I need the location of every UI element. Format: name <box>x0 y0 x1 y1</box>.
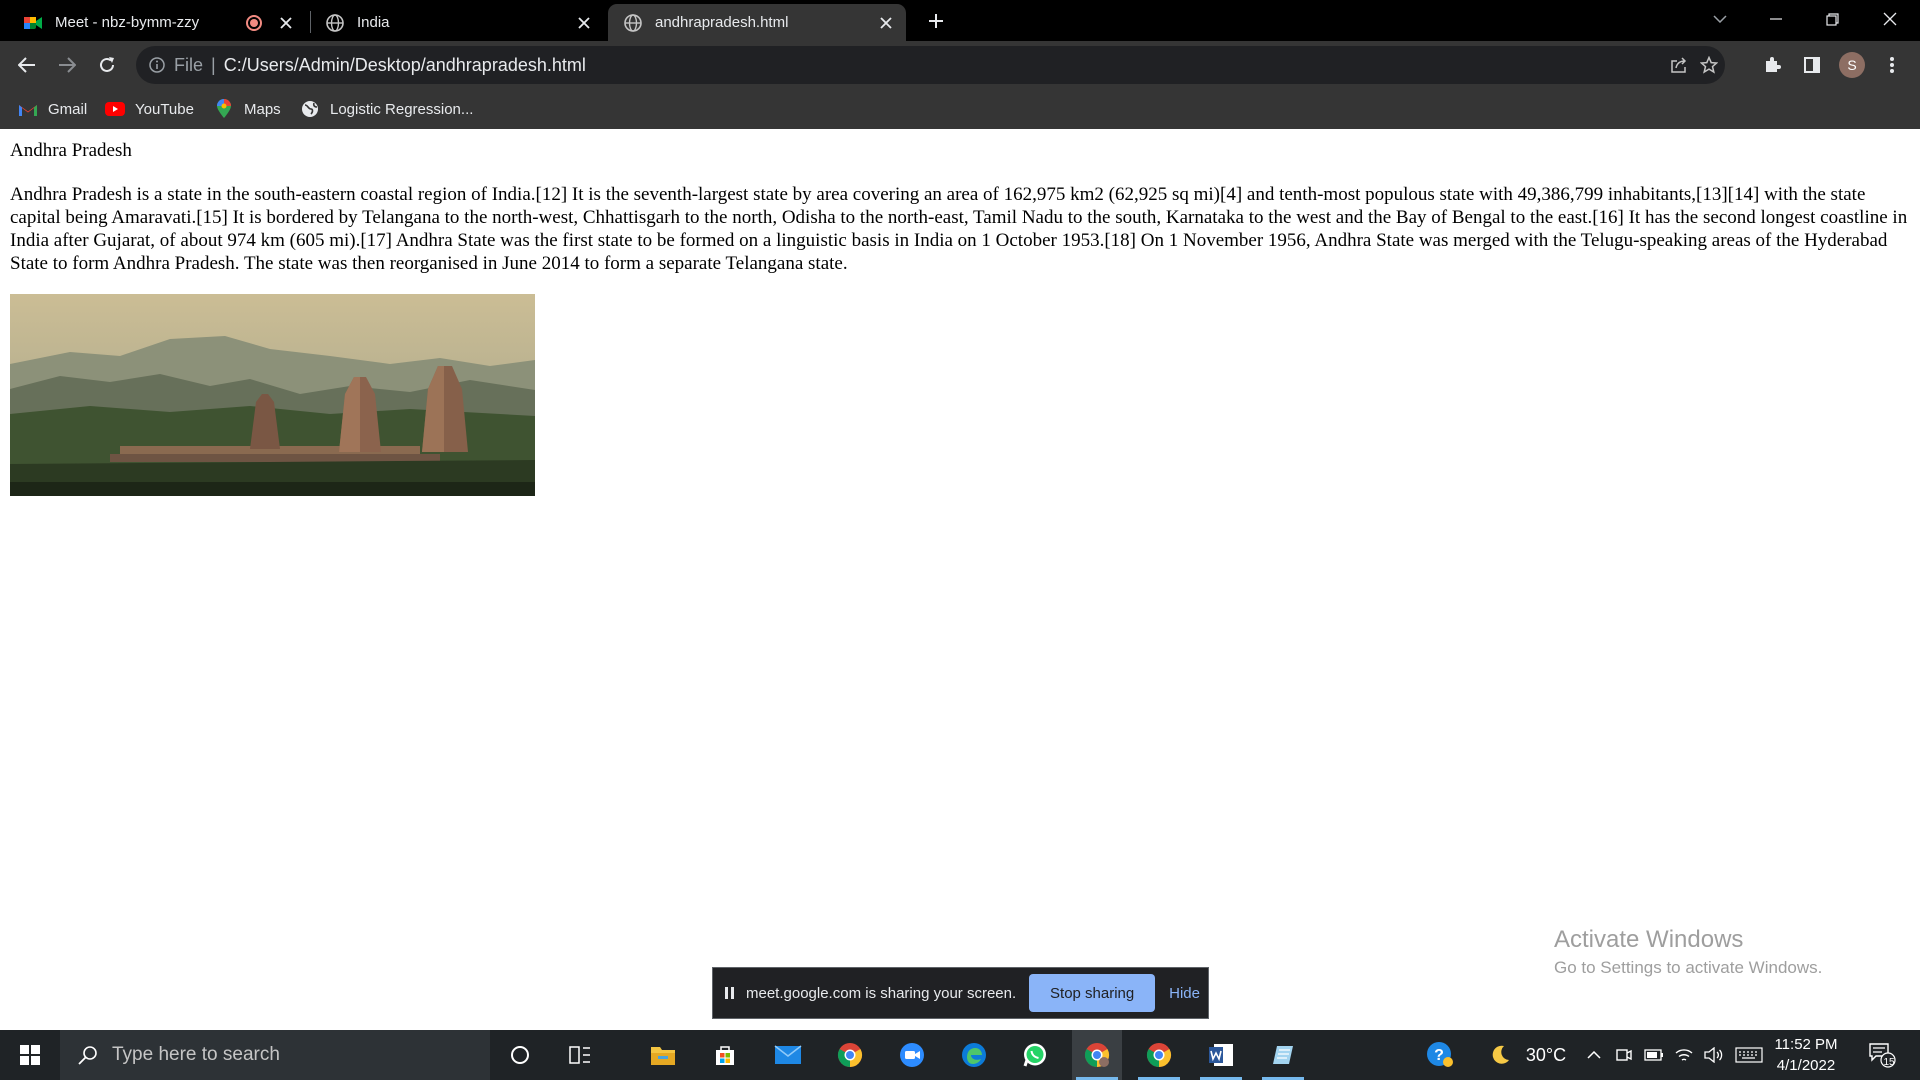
hide-button[interactable]: Hide <box>1169 985 1200 1002</box>
url-text[interactable]: C:/Users/Admin/Desktop/andhrapradesh.htm… <box>224 55 586 76</box>
screen-share-bar: meet.google.com is sharing your screen. … <box>712 967 1209 1019</box>
tab-india[interactable]: India <box>314 4 604 41</box>
tab-search-icon[interactable] <box>1692 0 1748 38</box>
close-tab-icon[interactable] <box>876 13 896 33</box>
bookmark-label: Gmail <box>48 100 88 118</box>
bookmark-maps[interactable]: Maps <box>214 97 281 121</box>
share-message: meet.google.com is sharing your screen. <box>746 984 1017 1002</box>
page-heading: Andhra Pradesh <box>10 140 132 161</box>
tab-title: andhrapradesh.html <box>655 14 789 31</box>
keyboard-icon[interactable] <box>1732 1030 1766 1080</box>
bookmark-gmail[interactable]: Gmail <box>18 97 87 121</box>
temple-landscape-photo <box>10 294 535 496</box>
chrome-icon[interactable] <box>825 1030 875 1080</box>
tab-strip: Meet - nbz-bymm-zzy India andhrapradesh.… <box>0 0 1920 41</box>
task-view-icon[interactable] <box>555 1030 605 1080</box>
wifi-icon[interactable] <box>1672 1030 1696 1080</box>
cortana-icon[interactable] <box>495 1030 545 1080</box>
bookmark-logistic-regression[interactable]: Logistic Regression... <box>300 97 473 121</box>
clock-time: 11:52 PM <box>1774 1036 1838 1053</box>
edge-icon[interactable] <box>949 1030 999 1080</box>
browser-toolbar: File | C:/Users/Admin/Desktop/andhraprad… <box>0 41 1920 89</box>
restore-icon[interactable] <box>1804 0 1860 38</box>
bookmarks-bar: Gmail YouTube Maps Logistic Regression..… <box>0 89 1920 129</box>
url-scheme: File <box>174 54 204 75</box>
bookmark-star-icon[interactable] <box>1697 53 1721 77</box>
extensions-icon[interactable] <box>1756 49 1788 81</box>
address-bar[interactable]: File | C:/Users/Admin/Desktop/andhraprad… <box>136 46 1725 84</box>
tab-title: Meet - nbz-bymm-zzy <box>55 14 200 31</box>
tab-divider <box>310 11 311 33</box>
page-content: Andhra Pradesh Andhra Pradesh is a state… <box>0 129 1920 1030</box>
watermark-subtitle: Go to Settings to activate Windows. <box>1554 958 1823 977</box>
info-icon[interactable] <box>149 57 165 73</box>
globe-icon <box>326 13 344 32</box>
bookmark-label: YouTube <box>135 100 194 118</box>
drag-handle-icon[interactable] <box>725 987 734 999</box>
profile-avatar[interactable]: S <box>1839 52 1865 78</box>
globe-icon <box>300 99 320 119</box>
activate-windows-watermark: Activate Windows Go to Settings to activ… <box>1554 926 1822 978</box>
meet-present-icon[interactable] <box>1612 1030 1636 1080</box>
watermark-title: Activate Windows <box>1554 926 1744 953</box>
microsoft-store-icon[interactable] <box>700 1030 750 1080</box>
notification-count: 15 <box>1883 1057 1895 1068</box>
reload-icon[interactable] <box>91 49 123 81</box>
google-meet-icon <box>24 14 42 32</box>
page-paragraph: Andhra Pradesh is a state in the south-e… <box>10 184 1908 274</box>
tab-meet[interactable]: Meet - nbz-bymm-zzy <box>14 4 306 41</box>
tab-title: India <box>357 14 390 31</box>
minimize-icon[interactable] <box>1748 0 1804 38</box>
gmail-icon <box>18 99 38 119</box>
new-tab-icon[interactable] <box>924 9 948 33</box>
bookmark-youtube[interactable]: YouTube <box>105 97 194 121</box>
notification-center-icon[interactable]: 15 <box>1862 1030 1902 1080</box>
battery-icon[interactable] <box>1642 1030 1666 1080</box>
mail-icon[interactable] <box>763 1030 813 1080</box>
windows-taskbar: Type here to search ? 30°C 11:52 PM 4/1/… <box>0 1030 1920 1080</box>
chrome-profile-icon[interactable] <box>1072 1030 1122 1080</box>
taskbar-search-box[interactable]: Type here to search <box>60 1030 490 1080</box>
recording-icon <box>246 15 262 31</box>
svg-text:?: ? <box>1434 1047 1444 1064</box>
word-icon[interactable] <box>1196 1030 1246 1080</box>
whatsapp-icon[interactable] <box>1010 1030 1060 1080</box>
windows-start-icon[interactable] <box>0 1030 60 1080</box>
close-window-icon[interactable] <box>1862 0 1918 38</box>
search-placeholder: Type here to search <box>112 1044 280 1065</box>
bookmark-label: Maps <box>244 100 281 118</box>
back-icon[interactable] <box>11 49 43 81</box>
menu-icon[interactable] <box>1876 49 1908 81</box>
chrome-icon[interactable] <box>1134 1030 1184 1080</box>
forward-icon[interactable] <box>51 49 83 81</box>
volume-icon[interactable] <box>1702 1030 1726 1080</box>
clock-date: 4/1/2022 <box>1776 1057 1836 1074</box>
notepad-icon[interactable] <box>1258 1030 1308 1080</box>
help-icon[interactable]: ? <box>1422 1030 1458 1080</box>
zoom-icon[interactable] <box>887 1030 937 1080</box>
chevron-up-icon[interactable] <box>1582 1030 1606 1080</box>
file-explorer-icon[interactable] <box>638 1030 688 1080</box>
youtube-icon <box>105 99 125 119</box>
side-panel-icon[interactable] <box>1796 49 1828 81</box>
globe-icon <box>624 13 642 32</box>
share-icon[interactable] <box>1667 53 1691 77</box>
close-tab-icon[interactable] <box>276 13 296 33</box>
url-divider: | <box>211 54 216 75</box>
maps-icon <box>214 99 234 119</box>
weather-moon-icon[interactable] <box>1482 1030 1518 1080</box>
stop-sharing-button[interactable]: Stop sharing <box>1029 974 1156 1012</box>
search-icon <box>76 1043 100 1067</box>
tab-andhrapradesh[interactable]: andhrapradesh.html <box>608 4 906 41</box>
close-tab-icon[interactable] <box>574 13 594 33</box>
bookmark-label: Logistic Regression... <box>330 100 474 118</box>
temperature[interactable]: 30°C <box>1522 1030 1570 1080</box>
system-clock[interactable]: 11:52 PM 4/1/2022 <box>1770 1034 1842 1076</box>
